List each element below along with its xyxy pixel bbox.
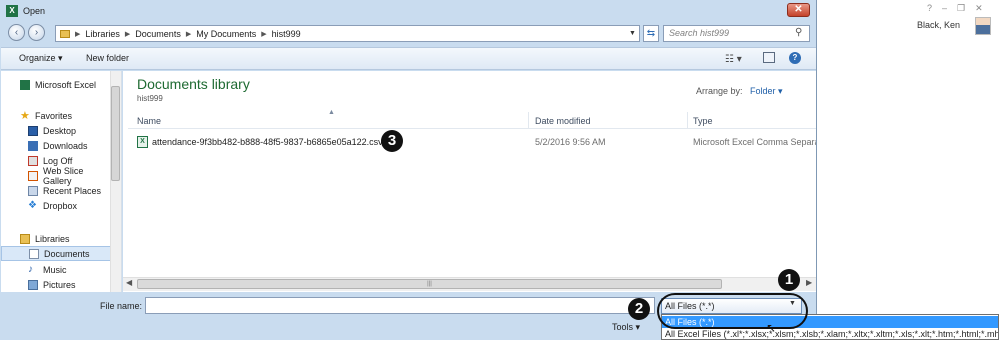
file-name-cell[interactable]: attendance-9f3bb482-b888-48f5-9837-b6865… — [152, 137, 383, 147]
web-slice-icon — [28, 170, 38, 181]
refresh-icon[interactable]: ⇆ — [643, 25, 659, 42]
tools-button[interactable]: Tools ▾ — [612, 322, 640, 333]
nav-item-libraries[interactable]: Libraries — [1, 231, 111, 246]
nav-item-music[interactable]: ♪ Music — [1, 262, 111, 277]
column-header-name[interactable]: Name — [137, 116, 161, 126]
recent-places-icon — [28, 185, 38, 196]
file-list — [123, 71, 816, 292]
nav-item-documents[interactable]: Documents — [1, 246, 111, 261]
excel-backdrop — [818, 0, 999, 340]
libraries-icon — [20, 233, 30, 244]
dropbox-icon: ❖ — [28, 199, 37, 211]
desktop-icon — [28, 125, 38, 136]
music-icon: ♪ — [28, 263, 33, 275]
search-icon[interactable]: ⚲ — [795, 27, 802, 38]
nav-item-dropbox[interactable]: ❖ Dropbox — [1, 198, 111, 213]
user-name[interactable]: Black, Ken — [917, 20, 960, 30]
column-header-type[interactable]: Type — [693, 116, 713, 126]
sort-arrow-icon: ▲ — [328, 109, 335, 116]
dialog-title: Open — [23, 6, 46, 16]
excel-icon: X — [6, 5, 18, 17]
pictures-icon — [28, 279, 38, 290]
mouse-cursor-icon: ↖ — [766, 321, 777, 335]
scroll-right-icon[interactable]: ▶ — [806, 278, 812, 287]
nav-item-label: Microsoft Excel — [35, 79, 97, 90]
documents-icon — [29, 248, 39, 259]
excel-icon — [20, 79, 30, 90]
nav-item-label: Dropbox — [43, 200, 78, 211]
column-header-date[interactable]: Date modified — [535, 116, 591, 126]
avatar[interactable] — [975, 17, 991, 35]
breadcrumb-my-documents[interactable]: My Documents — [196, 29, 256, 39]
change-view-icon[interactable]: ☷ ▾ — [725, 54, 742, 65]
library-title: Documents library — [137, 76, 250, 92]
nav-item-favorites[interactable]: ★ Favorites — [1, 108, 111, 123]
nav-item-label: Downloads — [43, 140, 88, 151]
nav-item-microsoft-excel[interactable]: Microsoft Excel — [1, 77, 111, 92]
nav-item-label: Log Off — [43, 155, 73, 166]
header-divider — [128, 128, 816, 129]
excel-window-controls: ? – ❐ ✕ — [927, 3, 983, 14]
new-folder-button[interactable]: New folder — [86, 53, 129, 63]
restore-icon[interactable]: ❐ — [957, 3, 965, 14]
nav-item-label: Desktop — [43, 125, 77, 136]
folder-icon — [60, 29, 70, 38]
preview-pane-icon[interactable] — [763, 52, 775, 63]
downloads-icon — [28, 140, 38, 151]
breadcrumb-libraries[interactable]: Libraries — [85, 29, 120, 39]
nav-item-web-slice-gallery[interactable]: Web Slice Gallery — [1, 166, 111, 186]
nav-item-label: Pictures — [43, 279, 76, 290]
address-dropdown-icon[interactable]: ▼ — [626, 26, 639, 41]
close-button[interactable]: ✕ — [787, 3, 810, 17]
address-bar[interactable]: ▶ Libraries ▶ Documents ▶ My Documents ▶… — [55, 25, 640, 42]
navigation-pane: Microsoft Excel ★ Favorites Desktop Down… — [1, 71, 122, 292]
search-input[interactable]: Search hist999 — [663, 25, 810, 42]
file-type-cell[interactable]: Microsoft Excel Comma Separated — [693, 137, 816, 147]
nav-scrollbar-thumb[interactable] — [111, 86, 120, 181]
nav-item-label: Recent Places — [43, 185, 102, 196]
dropdown-option-all-excel-files[interactable]: All Excel Files (*.xl*;*.xlsx;*.xlsm;*.x… — [662, 328, 998, 339]
csv-file-icon[interactable]: X — [137, 136, 148, 148]
file-date-cell[interactable]: 5/2/2016 9:56 AM — [535, 137, 606, 147]
chevron-right-icon[interactable]: ▶ — [75, 30, 80, 38]
nav-item-recent-places[interactable]: Recent Places — [1, 183, 111, 198]
annotation-badge-2: 2 — [628, 298, 650, 320]
nav-item-label: Documents — [44, 248, 90, 259]
horizontal-scrollbar-thumb[interactable]: ||| — [137, 279, 722, 289]
nav-item-pictures[interactable]: Pictures — [1, 277, 111, 292]
nav-item-label: Music — [43, 264, 67, 275]
library-subtitle: hist999 — [137, 94, 163, 103]
arrange-by-label: Arrange by: — [696, 86, 743, 96]
column-divider[interactable] — [528, 112, 529, 128]
file-name-input[interactable] — [145, 297, 655, 314]
star-icon: ★ — [20, 109, 30, 122]
file-name-label: File name: — [100, 301, 143, 311]
help-button-icon[interactable]: ? — [789, 52, 801, 64]
annotation-badge-1: 1 — [778, 269, 800, 291]
log-off-icon — [28, 155, 38, 166]
chevron-right-icon[interactable]: ▶ — [186, 30, 191, 38]
breadcrumb-hist999[interactable]: hist999 — [272, 29, 301, 39]
forward-button[interactable]: › — [28, 24, 45, 41]
organize-button[interactable]: Organize ▾ — [19, 53, 63, 64]
annotation-badge-3: 3 — [381, 130, 403, 152]
arrange-by-dropdown[interactable]: Folder ▾ — [750, 86, 783, 97]
help-icon[interactable]: ? — [927, 3, 932, 14]
scroll-left-icon[interactable]: ◀ — [126, 278, 132, 287]
nav-item-downloads[interactable]: Downloads — [1, 138, 111, 153]
annotation-ring — [657, 293, 808, 329]
breadcrumb-documents[interactable]: Documents — [135, 29, 181, 39]
close-window-icon[interactable]: ✕ — [975, 3, 983, 14]
nav-item-label: Libraries — [35, 233, 70, 244]
chevron-right-icon[interactable]: ▶ — [125, 30, 130, 38]
back-button[interactable]: ‹ — [8, 24, 25, 41]
column-divider[interactable] — [687, 112, 688, 128]
minimize-icon[interactable]: – — [942, 3, 947, 14]
nav-item-label: Favorites — [35, 110, 73, 121]
nav-item-desktop[interactable]: Desktop — [1, 123, 111, 138]
chevron-right-icon[interactable]: ▶ — [261, 30, 266, 38]
